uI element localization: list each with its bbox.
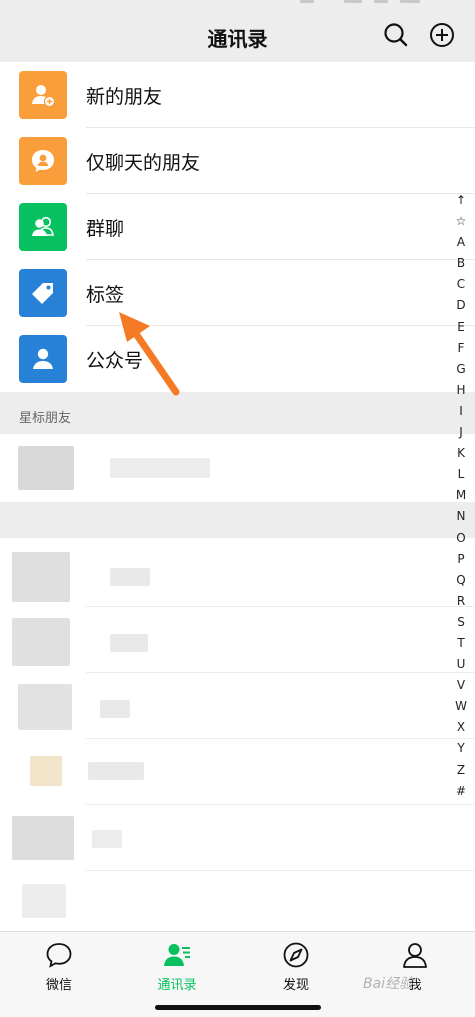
function-entry-list: 新的朋友 仅聊天的朋友 群聊 标签 公众号: [0, 62, 475, 392]
index-letter[interactable]: D: [451, 295, 471, 316]
index-letter[interactable]: #: [451, 781, 471, 802]
index-letter[interactable]: I: [451, 401, 471, 422]
add-circle-icon[interactable]: [427, 20, 457, 50]
index-letter[interactable]: ☆: [451, 211, 471, 232]
entry-new-friends[interactable]: 新的朋友: [0, 62, 475, 128]
compass-icon: [283, 942, 309, 968]
index-letter[interactable]: M: [451, 485, 471, 506]
person-icon: [403, 943, 427, 968]
entry-label: 标签: [86, 284, 125, 306]
official-account-icon: [19, 335, 67, 383]
alphabet-index[interactable]: ↑ ☆ A B C D E F G H I J K L M N O P Q R S T U V W X Y Z #: [451, 190, 471, 802]
index-letter[interactable]: J: [451, 422, 471, 443]
tab-contacts[interactable]: 通讯录: [132, 940, 222, 1000]
starred-section-header: 星标朋友: [0, 396, 475, 434]
index-letter[interactable]: R: [451, 591, 471, 612]
tag-icon: [19, 269, 67, 317]
index-letter[interactable]: V: [451, 675, 471, 696]
index-letter[interactable]: K: [451, 443, 471, 464]
navigation-bar: 通讯录: [0, 10, 475, 62]
entry-label: 群聊: [86, 218, 125, 240]
index-letter[interactable]: S: [451, 612, 471, 633]
entry-tags[interactable]: 标签: [0, 260, 475, 326]
index-letter[interactable]: W: [451, 696, 471, 717]
entry-label: 仅聊天的朋友: [86, 152, 201, 174]
index-letter[interactable]: Q: [451, 570, 471, 591]
section-spacer: [0, 502, 475, 538]
tab-label: 微信: [45, 978, 72, 993]
section-label: 星标朋友: [19, 411, 72, 426]
entry-label: 公众号: [86, 350, 144, 372]
index-letter[interactable]: L: [451, 464, 471, 485]
index-letter[interactable]: B: [451, 253, 471, 274]
tab-label: 通讯录: [157, 978, 197, 993]
index-letter[interactable]: C: [451, 274, 471, 295]
contacts-icon: [164, 944, 190, 966]
tab-chats[interactable]: 微信: [14, 940, 104, 1000]
index-letter[interactable]: P: [451, 549, 471, 570]
index-letter[interactable]: T: [451, 633, 471, 654]
index-letter[interactable]: Z: [451, 760, 471, 781]
index-letter[interactable]: ↑: [451, 190, 471, 211]
contact-list: [0, 538, 475, 931]
entry-official-accounts[interactable]: 公众号: [0, 326, 475, 392]
watermark: Bai经验: [363, 976, 414, 992]
index-letter[interactable]: X: [451, 717, 471, 738]
tab-label: 发现: [282, 978, 309, 993]
index-letter[interactable]: N: [451, 506, 471, 527]
index-letter[interactable]: U: [451, 654, 471, 675]
group-chat-icon: [19, 203, 67, 251]
index-letter[interactable]: H: [451, 380, 471, 401]
add-friend-icon: [19, 71, 67, 119]
tab-discover[interactable]: 发现: [251, 940, 341, 1000]
entry-group-chats[interactable]: 群聊: [0, 194, 475, 260]
contact-row[interactable]: [0, 434, 475, 502]
search-icon[interactable]: [381, 20, 411, 50]
chat-only-friend-icon: [19, 137, 67, 185]
index-letter[interactable]: E: [451, 317, 471, 338]
entry-chat-only-friends[interactable]: 仅聊天的朋友: [0, 128, 475, 194]
index-letter[interactable]: A: [451, 232, 471, 253]
home-indicator: [155, 1005, 321, 1010]
index-letter[interactable]: G: [451, 359, 471, 380]
index-letter[interactable]: Y: [451, 738, 471, 759]
chat-bubble-icon: [46, 943, 72, 968]
index-letter[interactable]: F: [451, 338, 471, 359]
index-letter[interactable]: O: [451, 528, 471, 549]
entry-label: 新的朋友: [86, 86, 163, 108]
